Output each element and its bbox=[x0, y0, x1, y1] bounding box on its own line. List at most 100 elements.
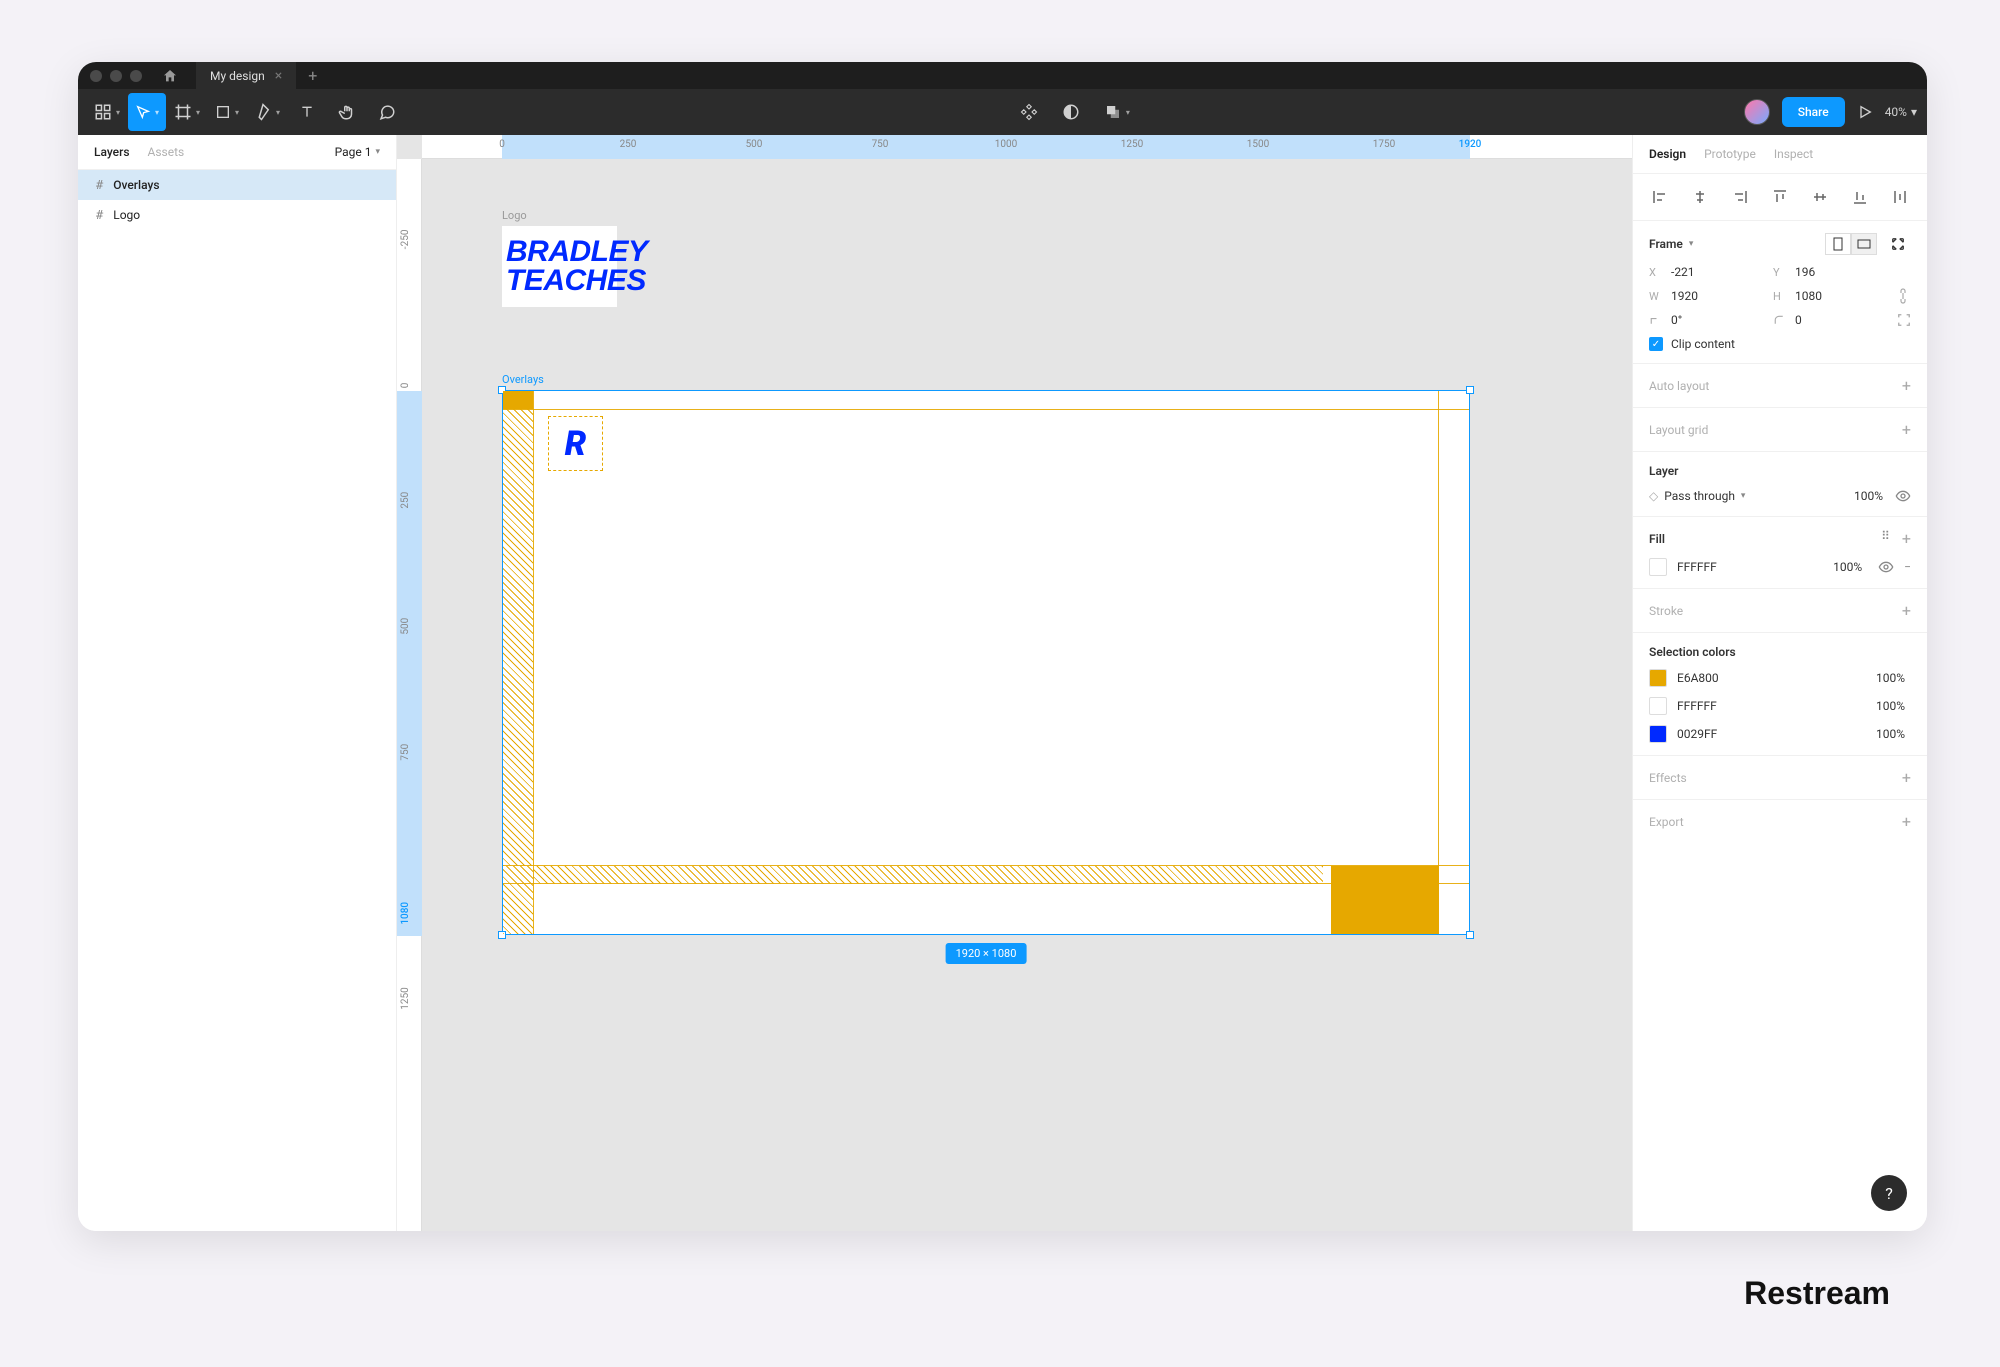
minimize-window[interactable] bbox=[110, 70, 122, 82]
landscape-toggle[interactable] bbox=[1851, 233, 1877, 255]
layer-item-logo[interactable]: # Logo bbox=[78, 200, 396, 230]
color-swatch[interactable] bbox=[1649, 669, 1667, 687]
prototype-tab[interactable]: Prototype bbox=[1704, 147, 1756, 161]
canvas[interactable]: Logo BRADLEY TEACHES Overlays bbox=[422, 159, 1632, 1231]
horizontal-ruler: 0 250 500 750 1000 1250 1500 1750 1920 bbox=[422, 135, 1632, 159]
align-right-icon[interactable] bbox=[1729, 186, 1751, 208]
canvas-area[interactable]: 0 250 500 750 1000 1250 1500 1750 1920 -… bbox=[397, 135, 1632, 1231]
overlays-frame[interactable]: Overlays bbox=[502, 373, 1470, 935]
add-icon[interactable]: + bbox=[1902, 376, 1911, 395]
selection-color-row[interactable]: 0029FF 100% bbox=[1649, 725, 1911, 743]
main-menu-button[interactable]: ▾ bbox=[88, 93, 126, 131]
clip-content-label: Clip content bbox=[1671, 337, 1735, 351]
page-selector[interactable]: Page 1 ▾ bbox=[335, 145, 380, 159]
fill-swatch[interactable] bbox=[1649, 558, 1667, 576]
add-icon[interactable]: + bbox=[1902, 529, 1911, 548]
color-swatch[interactable] bbox=[1649, 725, 1667, 743]
visibility-icon[interactable] bbox=[1895, 488, 1911, 504]
add-icon[interactable]: + bbox=[1902, 420, 1911, 439]
export-section[interactable]: Export + bbox=[1633, 800, 1927, 843]
align-left-icon[interactable] bbox=[1649, 186, 1671, 208]
ruler-tick: 1080 bbox=[400, 902, 411, 925]
y-input[interactable]: Y196 bbox=[1773, 265, 1885, 279]
assets-tab[interactable]: Assets bbox=[148, 145, 185, 159]
fill-hex[interactable]: FFFFFF bbox=[1677, 560, 1717, 574]
share-button[interactable]: Share bbox=[1782, 97, 1845, 127]
zoom-selector[interactable]: 40% ▾ bbox=[1885, 105, 1917, 119]
comment-tool[interactable] bbox=[368, 93, 406, 131]
design-tab[interactable]: Design bbox=[1649, 147, 1686, 161]
logo-frame[interactable]: Logo BRADLEY TEACHES bbox=[502, 209, 617, 307]
toolbar-right: Share 40% ▾ bbox=[1744, 97, 1917, 127]
effects-label: Effects bbox=[1649, 771, 1687, 785]
close-tab-icon[interactable]: × bbox=[275, 68, 282, 84]
help-button[interactable]: ? bbox=[1871, 1175, 1907, 1211]
effects-section[interactable]: Effects + bbox=[1633, 756, 1927, 800]
distribute-icon[interactable] bbox=[1889, 186, 1911, 208]
align-top-icon[interactable] bbox=[1769, 186, 1791, 208]
color-hex: E6A800 bbox=[1677, 671, 1719, 685]
align-center-v-icon[interactable] bbox=[1809, 186, 1831, 208]
stroke-section[interactable]: Stroke + bbox=[1633, 589, 1927, 633]
chevron-down-icon: ▾ bbox=[116, 108, 120, 117]
inspect-tab[interactable]: Inspect bbox=[1774, 147, 1813, 161]
pen-tool[interactable]: ▾ bbox=[248, 93, 286, 131]
clip-content-checkbox[interactable]: ✓ Clip content bbox=[1649, 337, 1911, 351]
resize-to-fit-icon[interactable] bbox=[1885, 233, 1911, 255]
text-tool[interactable] bbox=[288, 93, 326, 131]
hand-tool[interactable] bbox=[328, 93, 366, 131]
radius-input[interactable]: 0 bbox=[1773, 313, 1885, 327]
user-avatar[interactable] bbox=[1744, 99, 1770, 125]
layers-tab[interactable]: Layers bbox=[94, 145, 130, 159]
move-tool[interactable]: ▾ bbox=[128, 93, 166, 131]
height-input[interactable]: H1080 bbox=[1773, 289, 1885, 303]
visibility-icon[interactable] bbox=[1878, 559, 1894, 575]
layout-grid-section[interactable]: Layout grid + bbox=[1633, 408, 1927, 452]
fill-opacity[interactable]: 100% bbox=[1833, 560, 1868, 574]
portrait-toggle[interactable] bbox=[1825, 233, 1851, 255]
overlay-element[interactable]: R bbox=[548, 416, 603, 471]
file-tab[interactable]: My design × bbox=[196, 62, 296, 89]
selection-color-row[interactable]: FFFFFF 100% bbox=[1649, 697, 1911, 715]
add-icon[interactable]: + bbox=[1902, 601, 1911, 620]
component-tool[interactable] bbox=[1014, 93, 1044, 131]
style-icon[interactable]: ⠿ bbox=[1881, 529, 1890, 548]
align-bottom-icon[interactable] bbox=[1849, 186, 1871, 208]
rotation-input[interactable]: 0° bbox=[1649, 313, 1761, 327]
add-icon[interactable]: + bbox=[1902, 812, 1911, 831]
shape-tool[interactable]: ▾ bbox=[208, 93, 246, 131]
present-button[interactable] bbox=[1857, 104, 1873, 120]
layer-opacity-input[interactable]: 100% bbox=[1854, 489, 1883, 503]
ruler-tick: 1000 bbox=[995, 139, 1017, 150]
file-tab-name: My design bbox=[210, 69, 265, 83]
align-center-h-icon[interactable] bbox=[1689, 186, 1711, 208]
color-swatch[interactable] bbox=[1649, 697, 1667, 715]
chevron-down-icon[interactable]: ▾ bbox=[1689, 239, 1694, 249]
overlay-letter: R bbox=[565, 424, 587, 464]
alignment-section bbox=[1633, 174, 1927, 221]
close-window[interactable] bbox=[90, 70, 102, 82]
x-input[interactable]: X-221 bbox=[1649, 265, 1761, 279]
frame-section-label: Frame bbox=[1649, 237, 1683, 251]
independent-corners-icon[interactable] bbox=[1897, 313, 1911, 327]
blend-icon: ◇ bbox=[1649, 489, 1658, 503]
overlays-content[interactable]: R 1920 × 1080 bbox=[502, 390, 1470, 935]
fill-row[interactable]: FFFFFF 100% − bbox=[1649, 558, 1911, 576]
selection-color-row[interactable]: E6A800 100% bbox=[1649, 669, 1911, 687]
selection-handle[interactable] bbox=[1466, 931, 1474, 939]
boolean-tool[interactable]: ▾ bbox=[1098, 93, 1136, 131]
blend-mode-selector[interactable]: ◇ Pass through ▾ bbox=[1649, 489, 1745, 503]
selection-handle[interactable] bbox=[1466, 386, 1474, 394]
layer-item-overlays[interactable]: # Overlays bbox=[78, 170, 396, 200]
home-button[interactable] bbox=[162, 68, 178, 84]
mask-tool[interactable] bbox=[1056, 93, 1086, 131]
constrain-proportions-icon[interactable] bbox=[1897, 287, 1911, 305]
layer-list: # Overlays # Logo bbox=[78, 170, 396, 1231]
remove-icon[interactable]: − bbox=[1904, 560, 1911, 574]
maximize-window[interactable] bbox=[130, 70, 142, 82]
auto-layout-section[interactable]: Auto layout + bbox=[1633, 364, 1927, 408]
frame-tool[interactable]: ▾ bbox=[168, 93, 206, 131]
new-tab-button[interactable]: + bbox=[308, 66, 317, 85]
width-input[interactable]: W1920 bbox=[1649, 289, 1761, 303]
add-icon[interactable]: + bbox=[1902, 768, 1911, 787]
